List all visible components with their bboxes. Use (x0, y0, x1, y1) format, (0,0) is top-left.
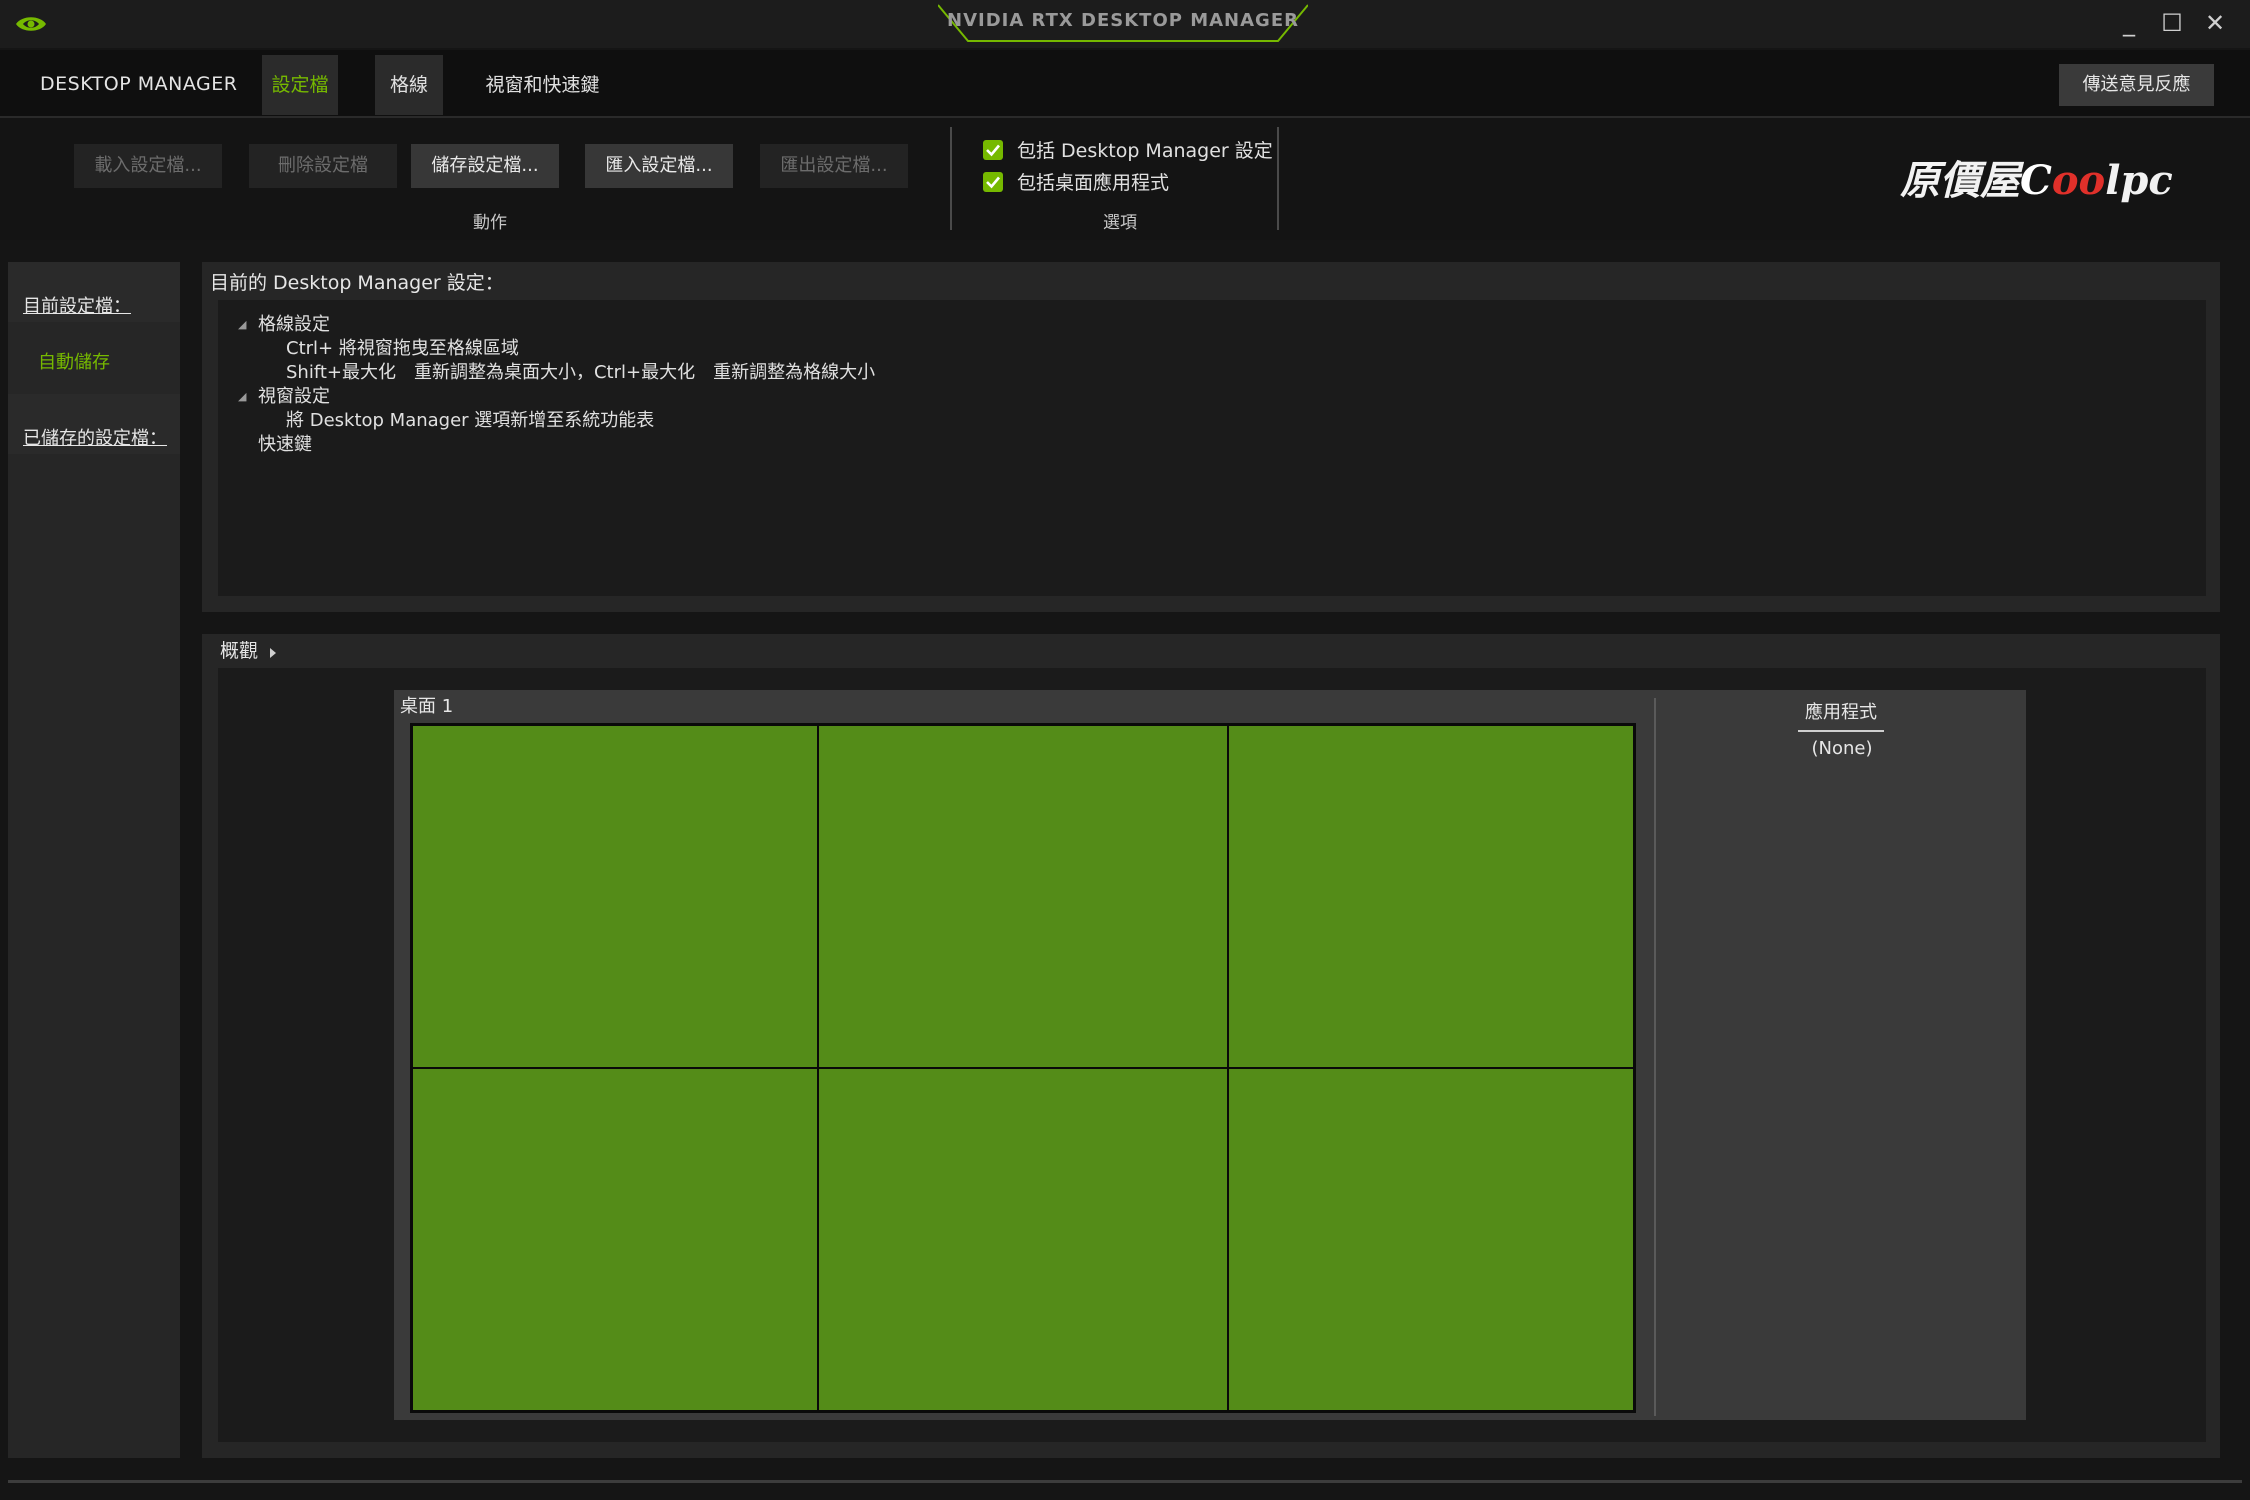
current-profile-link[interactable]: 目前設定檔： (23, 292, 131, 318)
tree-item: Shift+最大化 重新調整為桌面大小，Ctrl+最大化 重新調整為格線大小 (286, 362, 876, 383)
saved-profiles-link[interactable]: 已儲存的設定檔： (23, 424, 167, 450)
grid-line (413, 1067, 1633, 1069)
expand-arrow-icon[interactable] (268, 646, 278, 660)
toolbar-divider (1277, 127, 1279, 230)
tab-grid[interactable]: 格線 (375, 55, 443, 115)
overview-label[interactable]: 概觀 (220, 636, 258, 663)
include-settings-checkbox[interactable] (983, 140, 1003, 160)
collapse-triangle-icon[interactable]: ◢ (238, 318, 246, 331)
bottom-divider (8, 1480, 2242, 1483)
include-apps-checkbox[interactable] (983, 172, 1003, 192)
checkmark-icon (986, 144, 1000, 157)
collapse-triangle-icon[interactable]: ◢ (238, 390, 246, 403)
load-profile-button[interactable]: 載入設定檔... (74, 144, 222, 188)
include-settings-label: 包括 Desktop Manager 設定 (1017, 140, 1273, 162)
settings-title: 目前的 Desktop Manager 設定： (210, 272, 504, 294)
delete-profile-button[interactable]: 刪除設定檔 (249, 144, 397, 188)
tree-window-settings[interactable]: 視窗設定 (258, 382, 330, 408)
apps-title: 應用程式 (1798, 698, 1884, 732)
tree-grid-settings[interactable]: 格線設定 (258, 310, 330, 336)
include-apps-label: 包括桌面應用程式 (1017, 172, 1170, 194)
app-title: NVIDIA RTX DESKTOP MANAGER (947, 10, 1299, 31)
tree-hotkeys[interactable]: 快速鍵 (258, 430, 312, 456)
maximize-button[interactable]: ☐ (2155, 6, 2189, 40)
save-profile-button[interactable]: 儲存設定檔... (411, 144, 559, 188)
options-group-label: 選項 (1103, 213, 1137, 233)
grid-layout-preview[interactable] (410, 723, 1636, 1413)
apps-separator (1654, 698, 1656, 1416)
import-profile-button[interactable]: 匯入設定檔... (585, 144, 733, 188)
checkmark-icon (986, 176, 1000, 189)
desktop-label: 桌面 1 (400, 696, 454, 717)
autosave-profile-item[interactable]: 自動儲存 (38, 348, 110, 374)
tab-profile[interactable]: 設定檔 (262, 55, 338, 115)
app-brand: DESKTOP MANAGER (40, 73, 238, 95)
nvidia-logo-icon (16, 17, 46, 31)
coolpc-logo: 原價屋Coolpc (1900, 157, 2173, 204)
tree-item: 將 Desktop Manager 選項新增至系統功能表 (286, 410, 655, 431)
tree-item: Ctrl+ 將視窗拖曳至格線區域 (286, 338, 519, 359)
close-button[interactable]: ✕ (2198, 6, 2232, 40)
actions-group-label: 動作 (473, 213, 507, 233)
toolbar-divider (950, 127, 952, 230)
tab-windows-hotkeys[interactable]: 視窗和快速鍵 (470, 55, 615, 115)
send-feedback-button[interactable]: 傳送意見反應 (2059, 64, 2214, 106)
minimize-button[interactable]: _ (2112, 6, 2146, 40)
export-profile-button[interactable]: 匯出設定檔... (760, 144, 908, 188)
apps-empty-value: (None) (1811, 738, 1873, 759)
